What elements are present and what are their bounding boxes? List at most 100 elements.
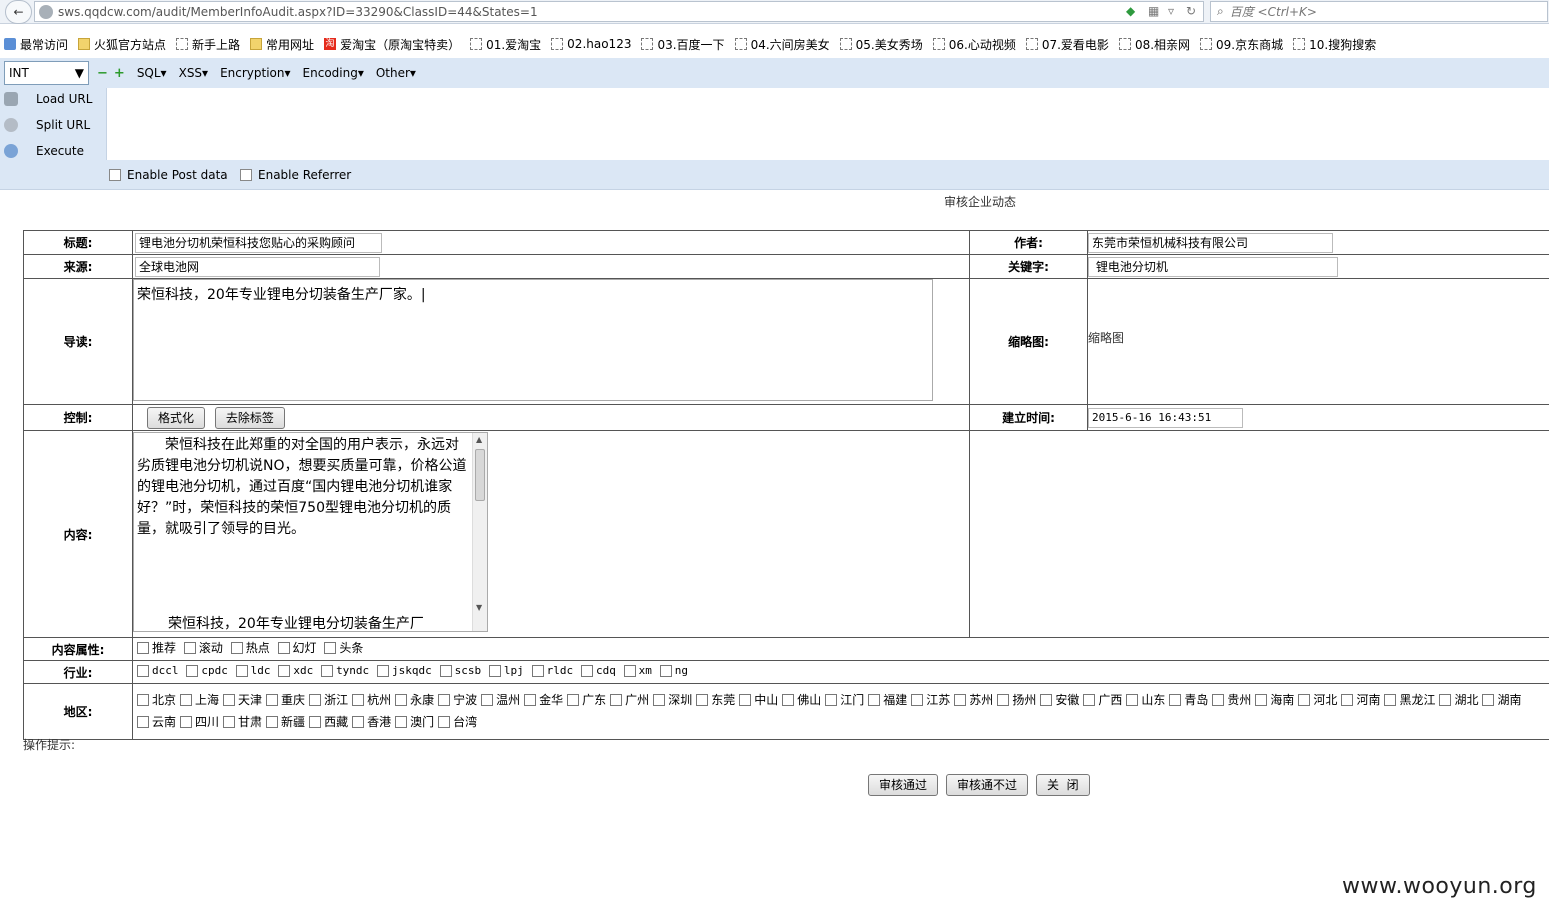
back-button[interactable]: ← <box>5 0 32 24</box>
industry-checkbox[interactable]: xm <box>623 661 652 681</box>
scroll-down-icon[interactable]: ▼ <box>476 603 482 612</box>
reload-icon[interactable]: ↻ <box>1186 4 1196 18</box>
region-checkbox[interactable]: 广东 <box>567 690 606 710</box>
region-checkbox[interactable]: 湖南 <box>1482 690 1522 710</box>
qr-code-icon[interactable]: ▦ <box>1148 4 1159 18</box>
load-url-button[interactable]: Load URL <box>4 92 92 106</box>
region-checkbox[interactable]: 北京 <box>137 690 176 710</box>
region-checkbox[interactable]: 贵州 <box>1212 690 1251 710</box>
content-editor[interactable]: 荣恒科技在此郑重的对全国的用户表示，永远对劣质锂电池分切机说NO，想要买质量可靠… <box>133 432 488 632</box>
approve-button[interactable]: 审核通过 <box>868 774 939 796</box>
bookmark-item[interactable]: 08.相亲网 <box>1115 36 1190 53</box>
region-checkbox[interactable]: 东莞 <box>696 690 735 710</box>
region-checkbox[interactable]: 云南 <box>137 712 176 732</box>
split-url-button[interactable]: Split URL <box>4 118 90 132</box>
industry-checkbox[interactable]: rldc <box>531 661 573 681</box>
region-checkbox[interactable]: 扬州 <box>997 690 1036 710</box>
bookmark-item[interactable]: 03.百度一下 <box>637 36 725 53</box>
intro-textarea[interactable]: 荣恒科技，20年专业锂电分切装备生产厂家。| <box>133 279 933 401</box>
region-checkbox[interactable]: 黑龙江 <box>1384 690 1435 710</box>
region-checkbox[interactable]: 湖北 <box>1439 690 1478 710</box>
industry-checkbox[interactable]: lpj <box>488 661 524 681</box>
author-input[interactable]: 东莞市荣恒机械科技有限公司 <box>1088 232 1333 253</box>
bookmark-item[interactable]: 05.美女秀场 <box>836 36 923 53</box>
bookmark-item[interactable]: 07.爱看电影 <box>1022 36 1109 53</box>
menu-xss[interactable]: XSS▾ <box>179 66 208 80</box>
region-checkbox[interactable]: 佛山 <box>782 690 821 710</box>
region-checkbox[interactable]: 温州 <box>481 690 520 710</box>
region-checkbox[interactable]: 广州 <box>610 690 649 710</box>
region-checkbox[interactable]: 青岛 <box>1169 690 1208 710</box>
execute-button[interactable]: Execute <box>4 144 84 158</box>
bookmark-item[interactable]: 01.爱淘宝 <box>466 36 541 53</box>
bookmark-item[interactable]: 常用网址 <box>246 36 314 53</box>
region-checkbox[interactable]: 河北 <box>1298 690 1337 710</box>
attr-checkbox[interactable]: 滚动 <box>183 638 223 658</box>
region-checkbox[interactable]: 金华 <box>524 690 563 710</box>
search-input[interactable]: ⌕ 百度 <Ctrl+K> <box>1210 1 1548 22</box>
industry-checkbox[interactable]: scsb <box>439 661 481 681</box>
region-checkbox[interactable]: 山东 <box>1126 690 1165 710</box>
region-checkbox[interactable]: 香港 <box>352 712 391 732</box>
region-checkbox[interactable]: 重庆 <box>266 690 305 710</box>
type-select[interactable]: INT ▼ <box>4 61 89 85</box>
attr-checkbox[interactable]: 推荐 <box>137 638 176 658</box>
industry-checkbox[interactable]: dccl <box>137 661 179 681</box>
bookmark-item[interactable]: 最常访问 <box>0 36 68 53</box>
region-checkbox[interactable]: 江门 <box>825 690 864 710</box>
region-checkbox[interactable]: 新疆 <box>266 712 305 732</box>
bookmark-item[interactable]: 09.京东商城 <box>1196 36 1283 53</box>
format-button[interactable]: 格式化 <box>147 406 206 429</box>
close-button[interactable]: 关 闭 <box>1036 774 1090 796</box>
region-checkbox[interactable]: 台湾 <box>438 712 477 732</box>
bookmark-item[interactable]: 02.hao123 <box>547 37 631 51</box>
attr-checkbox[interactable]: 头条 <box>324 638 363 658</box>
region-checkbox[interactable]: 天津 <box>223 690 262 710</box>
region-checkbox[interactable]: 安徽 <box>1040 690 1079 710</box>
region-checkbox[interactable]: 深圳 <box>653 690 692 710</box>
bookmark-item[interactable]: 新手上路 <box>172 36 240 53</box>
reject-button[interactable]: 审核通不过 <box>946 774 1029 796</box>
dropdown-arrow-icon[interactable]: ▿ <box>1168 4 1174 18</box>
region-checkbox[interactable]: 澳门 <box>395 712 434 732</box>
region-checkbox[interactable]: 西藏 <box>309 712 348 732</box>
region-checkbox[interactable]: 江苏 <box>911 690 950 710</box>
keywords-input[interactable]: 锂电池分切机 <box>1088 256 1338 277</box>
region-checkbox[interactable]: 苏州 <box>954 690 993 710</box>
industry-checkbox[interactable]: ng <box>659 661 688 681</box>
menu-encoding[interactable]: Encoding▾ <box>303 66 364 80</box>
industry-checkbox[interactable]: xdc <box>278 661 313 681</box>
attr-checkbox[interactable]: 幻灯 <box>277 638 317 658</box>
region-checkbox[interactable]: 甘肃 <box>223 712 262 732</box>
created-input[interactable]: 2015-6-16 16:43:51 <box>1088 407 1243 428</box>
source-input[interactable]: 全球电池网 <box>135 256 380 277</box>
bookmark-item[interactable]: 04.六间房美女 <box>731 36 830 53</box>
region-checkbox[interactable]: 广西 <box>1083 690 1122 710</box>
minus-icon[interactable]: − <box>97 66 108 81</box>
scroll-thumb[interactable] <box>475 449 485 501</box>
region-checkbox[interactable]: 永康 <box>395 690 434 710</box>
region-checkbox[interactable]: 中山 <box>739 690 778 710</box>
attr-checkbox[interactable]: 热点 <box>230 638 270 658</box>
region-checkbox[interactable]: 福建 <box>868 690 907 710</box>
bookmark-item[interactable]: 火狐官方站点 <box>74 36 166 53</box>
plus-icon[interactable]: + <box>114 66 125 81</box>
industry-checkbox[interactable]: tyndc <box>321 661 369 681</box>
industry-checkbox[interactable]: ldc <box>235 661 271 681</box>
bookmark-item[interactable]: 10.搜狗搜索 <box>1289 36 1376 53</box>
scroll-up-icon[interactable]: ▲ <box>476 435 482 444</box>
industry-checkbox[interactable]: cpdc <box>186 661 228 681</box>
enable-post-checkbox[interactable]: Enable Post data <box>109 168 228 182</box>
region-checkbox[interactable]: 海南 <box>1255 690 1294 710</box>
industry-checkbox[interactable]: cdq <box>580 661 616 681</box>
address-bar[interactable]: sws.qqdcw.com/audit/MemberInfoAudit.aspx… <box>34 1 1204 22</box>
enable-referrer-checkbox[interactable]: Enable Referrer <box>240 168 351 182</box>
region-checkbox[interactable]: 河南 <box>1341 690 1380 710</box>
menu-other[interactable]: Other▾ <box>376 66 416 80</box>
menu-sql[interactable]: SQL▾ <box>137 66 167 80</box>
content-scrollbar[interactable]: ▲ ▼ <box>472 433 487 631</box>
region-checkbox[interactable]: 宁波 <box>438 690 477 710</box>
bookmark-item[interactable]: 淘爱淘宝（原淘宝特卖） <box>320 36 460 53</box>
industry-checkbox[interactable]: jskqdc <box>377 661 432 681</box>
title-input[interactable]: 锂电池分切机荣恒科技您贴心的采购顾问 <box>135 232 382 253</box>
